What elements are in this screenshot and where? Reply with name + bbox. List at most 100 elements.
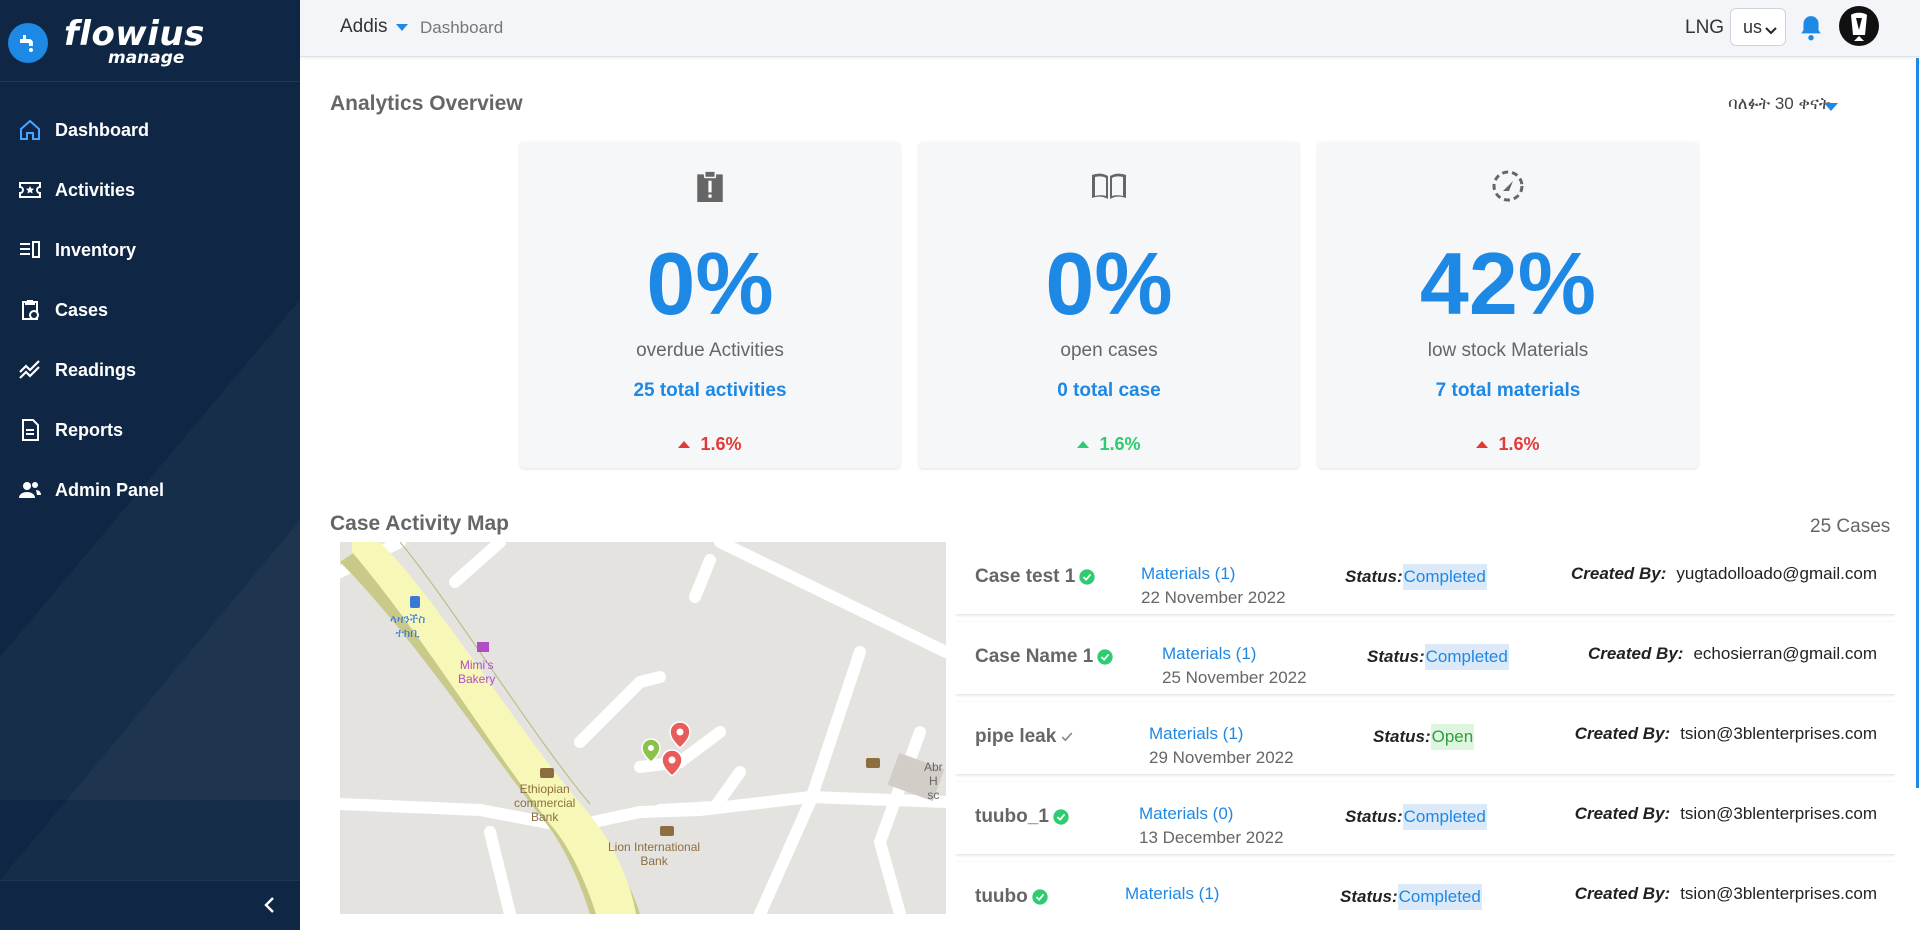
faucet-logo-icon: [8, 23, 48, 63]
verified-badge-icon: [1078, 568, 1096, 586]
case-row[interactable]: Case Name 1 Materials (1) 25 November 20…: [955, 622, 1895, 694]
case-status: Status: Completed: [1345, 564, 1487, 590]
brand-subtitle: manage: [108, 48, 185, 68]
chevron-down-icon[interactable]: [1824, 103, 1838, 111]
case-name: Case test 1: [975, 566, 1096, 588]
status-label: Status:: [1367, 647, 1425, 666]
case-name: tuubo_1: [975, 806, 1070, 828]
created-by-label: Created By:: [1574, 884, 1671, 903]
map-label-bus-stop: ላዛንችስ ተክቢ: [390, 612, 426, 640]
sidebar-decoration: [0, 520, 300, 880]
created-by-email: yugtadolloado@gmail.com: [1676, 564, 1877, 583]
gauge-icon: [1488, 166, 1528, 206]
case-status: Status: Open: [1373, 724, 1475, 750]
breadcrumb[interactable]: Dashboard: [420, 18, 503, 38]
brand[interactable]: flowius manage: [0, 0, 300, 82]
trend-up-icon: [1077, 441, 1090, 448]
overdue-percent: 0%: [646, 234, 774, 333]
status-label: Status:: [1345, 567, 1403, 586]
org-name: Addis: [340, 16, 388, 37]
case-map[interactable]: ላዛንችስ ተክቢ Mimi's Bakery Ethiopian commercia…: [340, 542, 946, 914]
case-name: tuubo: [975, 886, 1049, 908]
org-selector[interactable]: Addis: [340, 16, 408, 38]
case-row[interactable]: tuubo Materials (1) Status: Completed Cr…: [955, 862, 1895, 914]
sidebar-item-inventory[interactable]: Inventory: [0, 220, 300, 280]
case-name-text: tuubo: [975, 886, 1028, 907]
low-stock-percent: 42%: [1419, 234, 1597, 333]
sidebar-item-activities[interactable]: Activities: [0, 160, 300, 220]
status-badge: Completed: [1397, 884, 1482, 910]
card-description: overdue Activities: [636, 340, 784, 361]
case-row[interactable]: Case test 1 Materials (1) 22 November 20…: [955, 542, 1895, 614]
sidebar-item-label: Cases: [55, 299, 109, 320]
materials-link[interactable]: Materials (0): [1139, 804, 1233, 824]
avatar[interactable]: [1839, 6, 1879, 46]
analytics-title: Analytics Overview: [330, 92, 523, 115]
card-description: low stock Materials: [1427, 340, 1589, 361]
case-list: Case test 1 Materials (1) 22 November 20…: [955, 542, 1895, 914]
case-name: Case Name 1: [975, 646, 1114, 668]
total-materials-link[interactable]: 7 total materials: [1318, 380, 1698, 402]
materials-link[interactable]: Materials (1): [1125, 884, 1219, 904]
created-by: Created By: tsion@3blenterprises.com: [1575, 724, 1877, 744]
period-select[interactable]: ባለፉት 30 ቀናት: [1728, 94, 1830, 114]
created-by-email: tsion@3blenterprises.com: [1680, 884, 1877, 903]
sidebar-item-cases[interactable]: Cases: [0, 280, 300, 340]
scrollbar[interactable]: [1916, 58, 1919, 788]
case-date: 22 November 2022: [1141, 588, 1286, 607]
created-by-email: echosierran@gmail.com: [1693, 644, 1877, 663]
collapse-sidebar-icon[interactable]: [260, 895, 280, 915]
materials-link[interactable]: Materials (1): [1162, 644, 1256, 664]
total-activities-link[interactable]: 25 total activities: [520, 380, 900, 402]
map-label-partial: Abr Hsc: [924, 760, 943, 802]
cases-count: 25 Cases: [1810, 516, 1891, 537]
card-description: open cases: [1060, 340, 1158, 361]
sidebar: flowius manage Dashboard Activities Inve…: [0, 0, 300, 930]
delta-value: 1.6%: [1498, 434, 1540, 454]
main-content: Analytics Overview ባለፉት 30 ቀናት 0% overdu…: [300, 58, 1920, 930]
status-badge: Open: [1430, 724, 1475, 750]
case-name-text: Case Name 1: [975, 646, 1094, 667]
sidebar-item-label: Activities: [55, 179, 136, 200]
case-status: Status: Completed: [1367, 644, 1509, 670]
sidebar-item-readings[interactable]: Readings: [0, 340, 300, 400]
inventory-icon: [17, 237, 43, 263]
case-status: Status: Completed: [1340, 884, 1482, 910]
materials-link[interactable]: Materials (1): [1141, 564, 1235, 584]
case-date: 29 November 2022: [1149, 748, 1294, 767]
total-cases-link[interactable]: 0 total case: [919, 380, 1299, 402]
status-label: Status:: [1373, 727, 1431, 746]
created-by: Created By: yugtadolloado@gmail.com: [1571, 564, 1877, 584]
sidebar-item-reports[interactable]: Reports: [0, 400, 300, 460]
case-map-title: Case Activity Map: [330, 512, 509, 535]
notification-bell-icon[interactable]: [1798, 14, 1824, 42]
sidebar-item-label: Admin Panel: [55, 479, 165, 500]
language-select[interactable]: us: [1730, 8, 1786, 46]
open-cases-card: 0% open cases 0 total case 1.6%: [919, 142, 1299, 468]
home-icon: [17, 117, 43, 143]
status-badge: Completed: [1402, 564, 1487, 590]
status-label: Status:: [1345, 807, 1403, 826]
verified-badge-icon: [1031, 888, 1049, 906]
chevron-down-icon: [1765, 21, 1777, 42]
verified-badge-icon: [1052, 808, 1070, 826]
case-date: 13 December 2022: [1139, 828, 1284, 847]
status-badge: Completed: [1424, 644, 1509, 670]
created-by-label: Created By:: [1588, 644, 1684, 663]
sidebar-item-admin-panel[interactable]: Admin Panel: [0, 460, 300, 520]
sidebar-item-label: Reports: [55, 419, 124, 440]
document-icon: [17, 417, 43, 443]
trend-up-icon: [1476, 441, 1489, 448]
sidebar-item-dashboard[interactable]: Dashboard: [0, 100, 300, 160]
case-row[interactable]: tuubo_1 Materials (0) 13 December 2022 S…: [955, 782, 1895, 854]
created-by-label: Created By:: [1574, 724, 1671, 743]
sidebar-item-label: Dashboard: [55, 119, 150, 140]
delta-value: 1.6%: [700, 434, 742, 454]
map-label-bank: Ethiopian commercial Bank: [514, 782, 576, 824]
map-label-bakery: Mimi's Bakery: [458, 658, 496, 686]
status-badge: Completed: [1402, 804, 1487, 830]
materials-link[interactable]: Materials (1): [1149, 724, 1243, 744]
created-by: Created By: tsion@3blenterprises.com: [1575, 804, 1877, 824]
trend-icon: [17, 357, 43, 383]
case-row[interactable]: pipe leak Materials (1) 29 November 2022…: [955, 702, 1895, 774]
